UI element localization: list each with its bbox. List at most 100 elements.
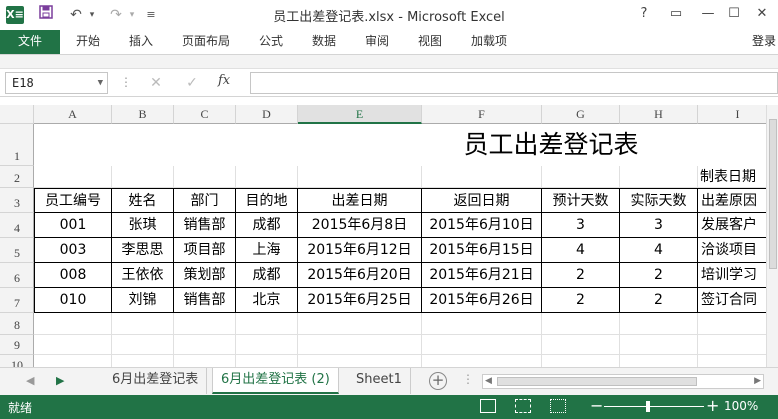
table-cell[interactable]: 北京 (236, 288, 298, 313)
table-cell[interactable]: 4 (542, 238, 620, 263)
row-header-3[interactable]: 3 (0, 188, 34, 213)
tab-view[interactable]: 视图 (418, 30, 442, 54)
restore-icon[interactable]: ☐ (722, 4, 746, 24)
login-link[interactable]: 登录 (752, 30, 776, 52)
name-box[interactable]: E18 ▼ (5, 72, 108, 94)
prev-sheet-icon[interactable]: ◀ (26, 374, 34, 387)
vertical-scrollbar[interactable] (766, 105, 778, 367)
zoom-level[interactable]: 100% (724, 399, 758, 413)
row-header-2[interactable]: 2 (0, 166, 34, 188)
table-cell[interactable]: 3 (620, 213, 698, 238)
table-header-cell[interactable]: 预计天数 (542, 188, 620, 213)
sheet-tab-sheet1[interactable]: Sheet1 (348, 368, 411, 394)
cancel-entry-icon[interactable]: ✕ (144, 73, 168, 93)
minimize-icon[interactable]: — (696, 4, 720, 24)
vertical-scroll-thumb[interactable] (769, 119, 777, 269)
column-header-d[interactable]: D (236, 105, 298, 124)
table-header-cell[interactable]: 出差日期 (298, 188, 422, 213)
tab-add-ins[interactable]: 加载项 (471, 30, 507, 54)
sheet-tab-june[interactable]: 6月出差登记表 (104, 368, 208, 394)
tab-insert[interactable]: 插入 (129, 30, 153, 54)
zoom-out-icon[interactable]: − (590, 396, 603, 415)
table-cell[interactable]: 成都 (236, 213, 298, 238)
scroll-right-icon[interactable]: ▶ (754, 375, 761, 388)
table-cell[interactable]: 上海 (236, 238, 298, 263)
column-header-c[interactable]: C (174, 105, 236, 124)
table-cell[interactable]: 销售部 (174, 288, 236, 313)
close-icon[interactable]: ✕ (750, 4, 774, 24)
table-cell[interactable]: 刘锦 (112, 288, 174, 313)
insert-function-icon[interactable]: fx (218, 73, 230, 88)
table-header-cell[interactable]: 部门 (174, 188, 236, 213)
table-cell[interactable]: 李思思 (112, 238, 174, 263)
row-header-5[interactable]: 5 (0, 238, 34, 263)
sheet-title[interactable]: 员工出差登记表 (34, 124, 778, 166)
next-sheet-icon[interactable]: ▶ (56, 374, 64, 387)
page-layout-view-icon[interactable] (515, 399, 531, 413)
tab-page-layout[interactable]: 页面布局 (182, 30, 230, 54)
column-header-e[interactable]: E (298, 105, 422, 124)
table-cell[interactable]: 2 (620, 288, 698, 313)
table-cell[interactable]: 003 (34, 238, 112, 263)
select-all-corner[interactable] (0, 105, 34, 124)
table-header-cell[interactable]: 返回日期 (422, 188, 542, 213)
table-cell[interactable]: 3 (542, 213, 620, 238)
table-cell[interactable]: 001 (34, 213, 112, 238)
tab-formulas[interactable]: 公式 (259, 30, 283, 54)
ribbon-display-icon[interactable]: ▭ (664, 4, 688, 24)
scroll-left-icon[interactable]: ◀ (485, 375, 492, 388)
table-header-cell[interactable]: 实际天数 (620, 188, 698, 213)
zoom-slider-knob[interactable] (646, 401, 650, 412)
table-cell[interactable]: 2 (542, 288, 620, 313)
zoom-slider[interactable] (604, 406, 704, 407)
table-cell[interactable]: 项目部 (174, 238, 236, 263)
table-cell[interactable]: 2015年6月25日 (298, 288, 422, 313)
tab-data[interactable]: 数据 (312, 30, 336, 54)
worksheet-grid[interactable]: A B C D E F G H I 1 2 3 4 5 6 7 8 9 10 员工出差登记表 制表日期 员工编号 姓名 部门目… (0, 105, 778, 367)
column-header-b[interactable]: B (112, 105, 174, 124)
made-date-label[interactable]: 制表日期 (700, 166, 756, 188)
help-icon[interactable]: ? (632, 4, 656, 24)
add-sheet-icon[interactable]: + (429, 372, 447, 390)
table-cell[interactable]: 2015年6月21日 (422, 263, 542, 288)
horizontal-scroll-thumb[interactable] (497, 377, 697, 386)
table-cell[interactable]: 4 (620, 238, 698, 263)
table-cell[interactable]: 2015年6月26日 (422, 288, 542, 313)
row-header-7[interactable]: 7 (0, 288, 34, 313)
tab-review[interactable]: 审阅 (365, 30, 389, 54)
table-cell[interactable]: 2 (620, 263, 698, 288)
table-cell[interactable]: 2015年6月8日 (298, 213, 422, 238)
column-header-h[interactable]: H (620, 105, 698, 124)
table-cell[interactable]: 2015年6月10日 (422, 213, 542, 238)
tab-file[interactable]: 文件 (0, 30, 60, 54)
table-cell[interactable]: 成都 (236, 263, 298, 288)
table-header-cell[interactable]: 姓名 (112, 188, 174, 213)
chevron-down-icon[interactable]: ▼ (98, 73, 103, 93)
table-cell[interactable]: 2015年6月20日 (298, 263, 422, 288)
row-header-9[interactable]: 9 (0, 335, 34, 355)
confirm-entry-icon[interactable]: ✓ (180, 73, 204, 93)
row-header-10[interactable]: 10 (0, 355, 34, 367)
column-header-g[interactable]: G (542, 105, 620, 124)
table-cell[interactable]: 2015年6月15日 (422, 238, 542, 263)
normal-view-icon[interactable] (480, 399, 496, 413)
table-header-cell[interactable]: 目的地 (236, 188, 298, 213)
table-cell[interactable]: 王依依 (112, 263, 174, 288)
tab-split-grip-icon[interactable]: ⋮ (462, 372, 474, 386)
column-header-f[interactable]: F (422, 105, 542, 124)
tab-home[interactable]: 开始 (76, 30, 100, 54)
table-cell[interactable]: 张琪 (112, 213, 174, 238)
table-cell[interactable]: 2 (542, 263, 620, 288)
row-header-4[interactable]: 4 (0, 213, 34, 238)
row-header-1[interactable]: 1 (0, 124, 34, 166)
horizontal-scrollbar[interactable]: ◀ ▶ (482, 374, 764, 389)
formula-bar-grip-icon[interactable]: ⋮ (120, 75, 132, 89)
formula-input[interactable] (250, 72, 778, 94)
table-cell[interactable]: 010 (34, 288, 112, 313)
page-break-view-icon[interactable] (550, 399, 566, 413)
table-cell[interactable]: 策划部 (174, 263, 236, 288)
table-header-cell[interactable]: 员工编号 (34, 188, 112, 213)
sheet-tab-june-2[interactable]: 6月出差登记表 (2) (212, 368, 339, 394)
row-header-8[interactable]: 8 (0, 313, 34, 335)
zoom-in-icon[interactable]: + (706, 396, 719, 415)
